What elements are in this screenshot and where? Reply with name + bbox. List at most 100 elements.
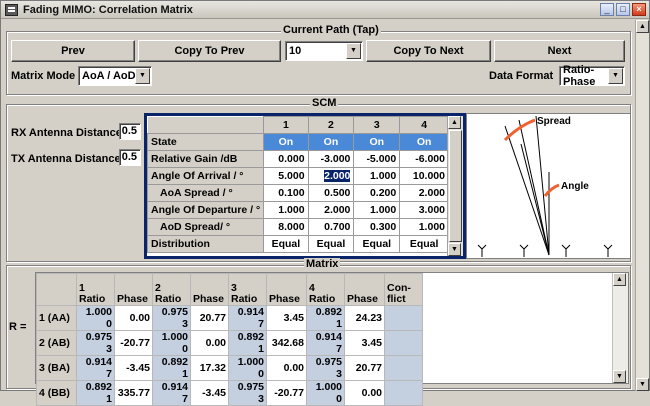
value-cell[interactable]: 2.000 bbox=[399, 184, 449, 202]
distribution-cell[interactable]: Equal bbox=[353, 235, 401, 253]
value-cell[interactable]: -3.000 bbox=[307, 150, 355, 168]
phase-cell[interactable]: 0.00 bbox=[190, 330, 229, 356]
phase-cell[interactable]: 3.45 bbox=[344, 330, 385, 356]
ratio-cell[interactable]: 0.975 3 bbox=[76, 330, 115, 356]
phase-cell[interactable]: 342.68 bbox=[266, 330, 307, 356]
value-cell[interactable]: -5.000 bbox=[353, 150, 401, 168]
row-label: 4 (BB) bbox=[36, 380, 77, 406]
data-format-label: Data Format bbox=[489, 70, 554, 82]
value-cell[interactable]: 3.000 bbox=[399, 201, 449, 219]
matrix-scrollbar[interactable]: ▲ ▼ bbox=[612, 273, 628, 383]
copy-to-prev-button[interactable]: Copy To Prev bbox=[138, 40, 281, 62]
value-cell[interactable]: 1.000 bbox=[399, 218, 449, 236]
scroll-up-icon[interactable]: ▲ bbox=[613, 273, 626, 286]
scm-col-header: 2 bbox=[307, 116, 355, 134]
matrix-label: Matrix bbox=[304, 258, 341, 270]
phase-cell[interactable]: 0.00 bbox=[344, 380, 385, 406]
scm-col-header: 4 bbox=[399, 116, 449, 134]
value-cell[interactable]: 2.000 bbox=[307, 201, 355, 219]
scroll-up-icon[interactable]: ▲ bbox=[448, 116, 461, 129]
scroll-down-icon[interactable]: ▼ bbox=[613, 370, 626, 383]
data-format-select[interactable]: Ratio-Phase ▼ bbox=[559, 64, 625, 88]
col-sub: flict bbox=[387, 293, 406, 305]
value-cell[interactable]: 1.000 bbox=[263, 201, 309, 219]
phase-cell[interactable]: 3.45 bbox=[266, 305, 307, 331]
ratio-cell[interactable]: 0.975 3 bbox=[228, 380, 267, 406]
row-label: Angle Of Arrival / ° bbox=[147, 167, 265, 185]
value-cell[interactable]: 0.500 bbox=[307, 184, 355, 202]
copy-to-next-button[interactable]: Copy To Next bbox=[366, 40, 491, 62]
value-cell[interactable]: 0.100 bbox=[263, 184, 309, 202]
tx-antenna-distance-input[interactable]: 0.5 bbox=[119, 149, 141, 166]
ratio-cell[interactable]: 0.914 7 bbox=[228, 305, 267, 331]
scroll-up-icon[interactable]: ▲ bbox=[636, 20, 649, 33]
scm-scrollbar[interactable]: ▲ ▼ bbox=[447, 116, 463, 256]
phase-cell[interactable]: 24.23 bbox=[344, 305, 385, 331]
rx-antenna-distance-input[interactable]: 0.5 bbox=[119, 123, 141, 140]
value-cell[interactable]: 0.700 bbox=[307, 218, 355, 236]
phase-cell[interactable]: 20.77 bbox=[190, 305, 229, 331]
ratio-cell[interactable]: 0.975 3 bbox=[306, 355, 345, 381]
ratio-cell[interactable]: 1.000 0 bbox=[228, 355, 267, 381]
prev-button[interactable]: Prev bbox=[11, 40, 135, 62]
tap-select[interactable]: 10 ▼ bbox=[285, 41, 363, 61]
scm-row-distribution: Distribution Equal Equal Equal Equal bbox=[147, 235, 449, 253]
distribution-cell[interactable]: Equal bbox=[399, 235, 449, 253]
value-cell[interactable]: 1.000 bbox=[353, 201, 401, 219]
scroll-thumb[interactable] bbox=[449, 130, 462, 242]
value-cell[interactable]: 10.000 bbox=[399, 167, 449, 185]
phase-cell[interactable]: -20.77 bbox=[266, 380, 307, 406]
minimize-icon[interactable]: _ bbox=[600, 3, 614, 16]
value-cell[interactable]: 5.000 bbox=[263, 167, 309, 185]
maximize-icon[interactable]: □ bbox=[616, 3, 630, 16]
chevron-down-icon[interactable]: ▼ bbox=[135, 68, 150, 84]
phase-cell[interactable]: -3.45 bbox=[190, 380, 229, 406]
phase-cell[interactable]: 335.77 bbox=[114, 380, 153, 406]
editing-value[interactable]: 2.000 bbox=[324, 170, 351, 182]
value-cell[interactable]: 8.000 bbox=[263, 218, 309, 236]
state-cell[interactable]: On bbox=[307, 133, 355, 151]
matrix-mode-select[interactable]: AoA / AoD ▼ bbox=[78, 66, 152, 86]
phase-cell[interactable]: 0.00 bbox=[266, 355, 307, 381]
value-cell[interactable]: -6.000 bbox=[399, 150, 449, 168]
value-cell[interactable]: 0.300 bbox=[353, 218, 401, 236]
antenna-icon bbox=[477, 244, 613, 257]
chevron-down-icon[interactable]: ▼ bbox=[346, 43, 361, 59]
distribution-cell[interactable]: Equal bbox=[307, 235, 355, 253]
phase-cell[interactable]: 17.32 bbox=[190, 355, 229, 381]
value-cell[interactable]: 0.000 bbox=[263, 150, 309, 168]
next-button[interactable]: Next bbox=[494, 40, 625, 62]
close-icon[interactable]: × bbox=[632, 3, 646, 16]
ratio-cell[interactable]: 1.000 0 bbox=[76, 305, 115, 331]
scroll-down-icon[interactable]: ▼ bbox=[448, 243, 461, 256]
distribution-cell[interactable]: Equal bbox=[263, 235, 309, 253]
state-cell[interactable]: On bbox=[399, 133, 449, 151]
ratio-cell[interactable]: 1.000 0 bbox=[306, 380, 345, 406]
ratio-cell[interactable]: 0.892 1 bbox=[306, 305, 345, 331]
value-cell[interactable]: 0.200 bbox=[353, 184, 401, 202]
chevron-down-icon[interactable]: ▼ bbox=[608, 68, 623, 84]
scroll-down-icon[interactable]: ▼ bbox=[636, 378, 649, 391]
state-cell[interactable]: On bbox=[353, 133, 401, 151]
app-icon bbox=[5, 3, 18, 16]
scm-label: SCM bbox=[310, 97, 339, 109]
value-cell[interactable]: 1.000 bbox=[353, 167, 401, 185]
ratio-cell[interactable]: 0.892 1 bbox=[152, 355, 191, 381]
phase-cell[interactable]: 0.00 bbox=[114, 305, 153, 331]
value-cell-editing[interactable]: 2.000 bbox=[307, 167, 355, 185]
ratio-cell[interactable]: 0.892 1 bbox=[228, 330, 267, 356]
ratio-cell[interactable]: 0.914 7 bbox=[306, 330, 345, 356]
ratio-cell[interactable]: 0.975 3 bbox=[152, 305, 191, 331]
ratio-cell[interactable]: 0.892 1 bbox=[76, 380, 115, 406]
window-scrollbar[interactable]: ▲ ▼ bbox=[635, 20, 649, 391]
ratio-cell[interactable]: 0.914 7 bbox=[76, 355, 115, 381]
state-cell[interactable]: On bbox=[263, 133, 309, 151]
phase-cell[interactable]: -3.45 bbox=[114, 355, 153, 381]
ratio-cell[interactable]: 1.000 0 bbox=[152, 330, 191, 356]
scm-row-state: State On On On On bbox=[147, 133, 449, 151]
ratio-cell[interactable]: 0.914 7 bbox=[152, 380, 191, 406]
tap-value: 10 bbox=[289, 45, 302, 57]
phase-cell[interactable]: 20.77 bbox=[344, 355, 385, 381]
phase-cell[interactable]: -20.77 bbox=[114, 330, 153, 356]
conflict-cell bbox=[384, 330, 423, 356]
